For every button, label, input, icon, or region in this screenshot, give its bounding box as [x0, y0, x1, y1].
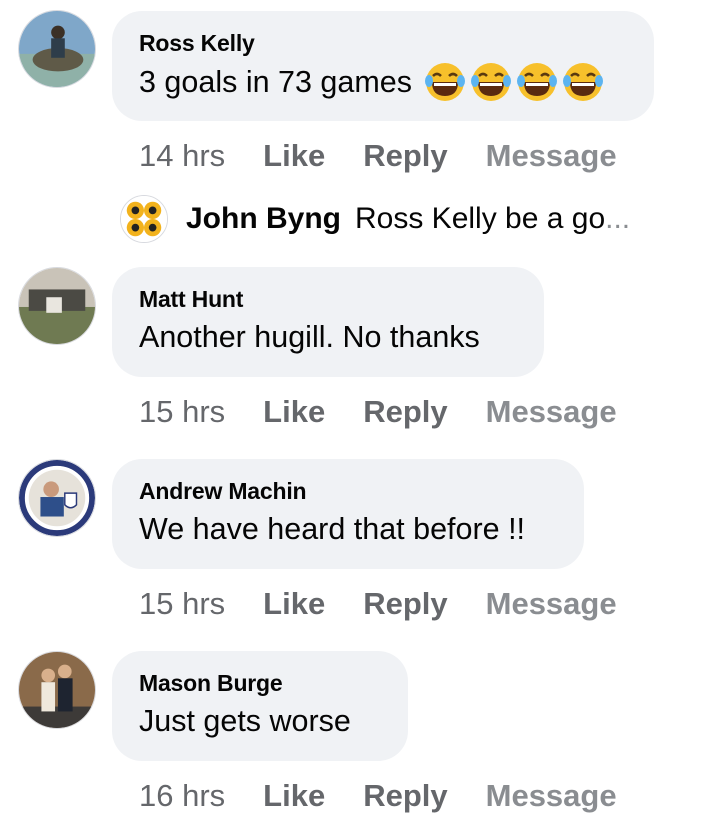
comment-timestamp[interactable]: 15 hrs [139, 394, 225, 430]
comment-text: Another hugill. No thanks [139, 320, 480, 354]
message-button[interactable]: Message [486, 778, 617, 814]
comment-actions: 14 hrs Like Reply Message [139, 136, 617, 176]
laughing-emoji-icon [470, 63, 511, 101]
laughing-emoji-icon [516, 63, 557, 101]
comment-timestamp[interactable]: 14 hrs [139, 138, 225, 174]
comment-timestamp[interactable]: 16 hrs [139, 778, 225, 814]
laughing-emoji-icon [424, 63, 465, 101]
message-button[interactable]: Message [486, 394, 617, 430]
commenter-name[interactable]: Matt Hunt [139, 285, 516, 313]
comment-text-body: 3 goals in 73 games [139, 65, 412, 99]
laughing-emoji-icon [562, 63, 603, 101]
comment-actions: 15 hrs Like Reply Message [139, 392, 617, 432]
comment-timestamp[interactable]: 15 hrs [139, 586, 225, 622]
reply-button[interactable]: Reply [363, 586, 447, 622]
message-button[interactable]: Message [486, 138, 617, 174]
avatar-ross-kelly[interactable] [18, 10, 96, 88]
avatar-john-byng[interactable] [120, 195, 168, 243]
reply-button[interactable]: Reply [363, 778, 447, 814]
like-button[interactable]: Like [263, 138, 325, 174]
avatar-photo-england-badge [19, 460, 95, 536]
commenter-name[interactable]: Andrew Machin [139, 477, 556, 505]
comment-bubble[interactable]: Ross Kelly 3 goals in 73 games [112, 11, 654, 121]
like-button[interactable]: Like [263, 394, 325, 430]
avatar-matt-hunt[interactable] [18, 267, 96, 345]
avatar-photo-fisherman [19, 11, 95, 87]
comment-bubble[interactable]: Mason Burge Just gets worse [112, 651, 408, 761]
avatar-photo-couple [19, 652, 95, 728]
avatar-andrew-machin[interactable] [18, 459, 96, 537]
reply-author-name[interactable]: John Byng [186, 202, 341, 236]
avatar-badge-logo [121, 196, 167, 242]
reply-text: Ross Kelly be a go [355, 202, 606, 235]
comment-text: Just gets worse [139, 704, 351, 738]
comment-actions: 16 hrs Like Reply Message [139, 776, 617, 816]
reply-button[interactable]: Reply [363, 394, 447, 430]
reply-ellipsis: ... [605, 202, 631, 235]
reply-preview[interactable]: John Byng Ross Kelly be a go... [120, 195, 630, 243]
like-button[interactable]: Like [263, 586, 325, 622]
emoji-group [424, 61, 604, 103]
comment-text: 3 goals in 73 games [139, 61, 626, 103]
avatar-photo-garden [19, 268, 95, 344]
like-button[interactable]: Like [263, 778, 325, 814]
message-button[interactable]: Message [486, 586, 617, 622]
reply-button[interactable]: Reply [363, 138, 447, 174]
avatar-mason-burge[interactable] [18, 651, 96, 729]
comment-bubble[interactable]: Matt Hunt Another hugill. No thanks [112, 267, 544, 377]
comment-text: We have heard that before !! [139, 512, 526, 546]
commenter-name[interactable]: Mason Burge [139, 669, 380, 697]
comment-actions: 15 hrs Like Reply Message [139, 584, 617, 624]
comment-bubble[interactable]: Andrew Machin We have heard that before … [112, 459, 584, 569]
commenter-name[interactable]: Ross Kelly [139, 29, 626, 57]
